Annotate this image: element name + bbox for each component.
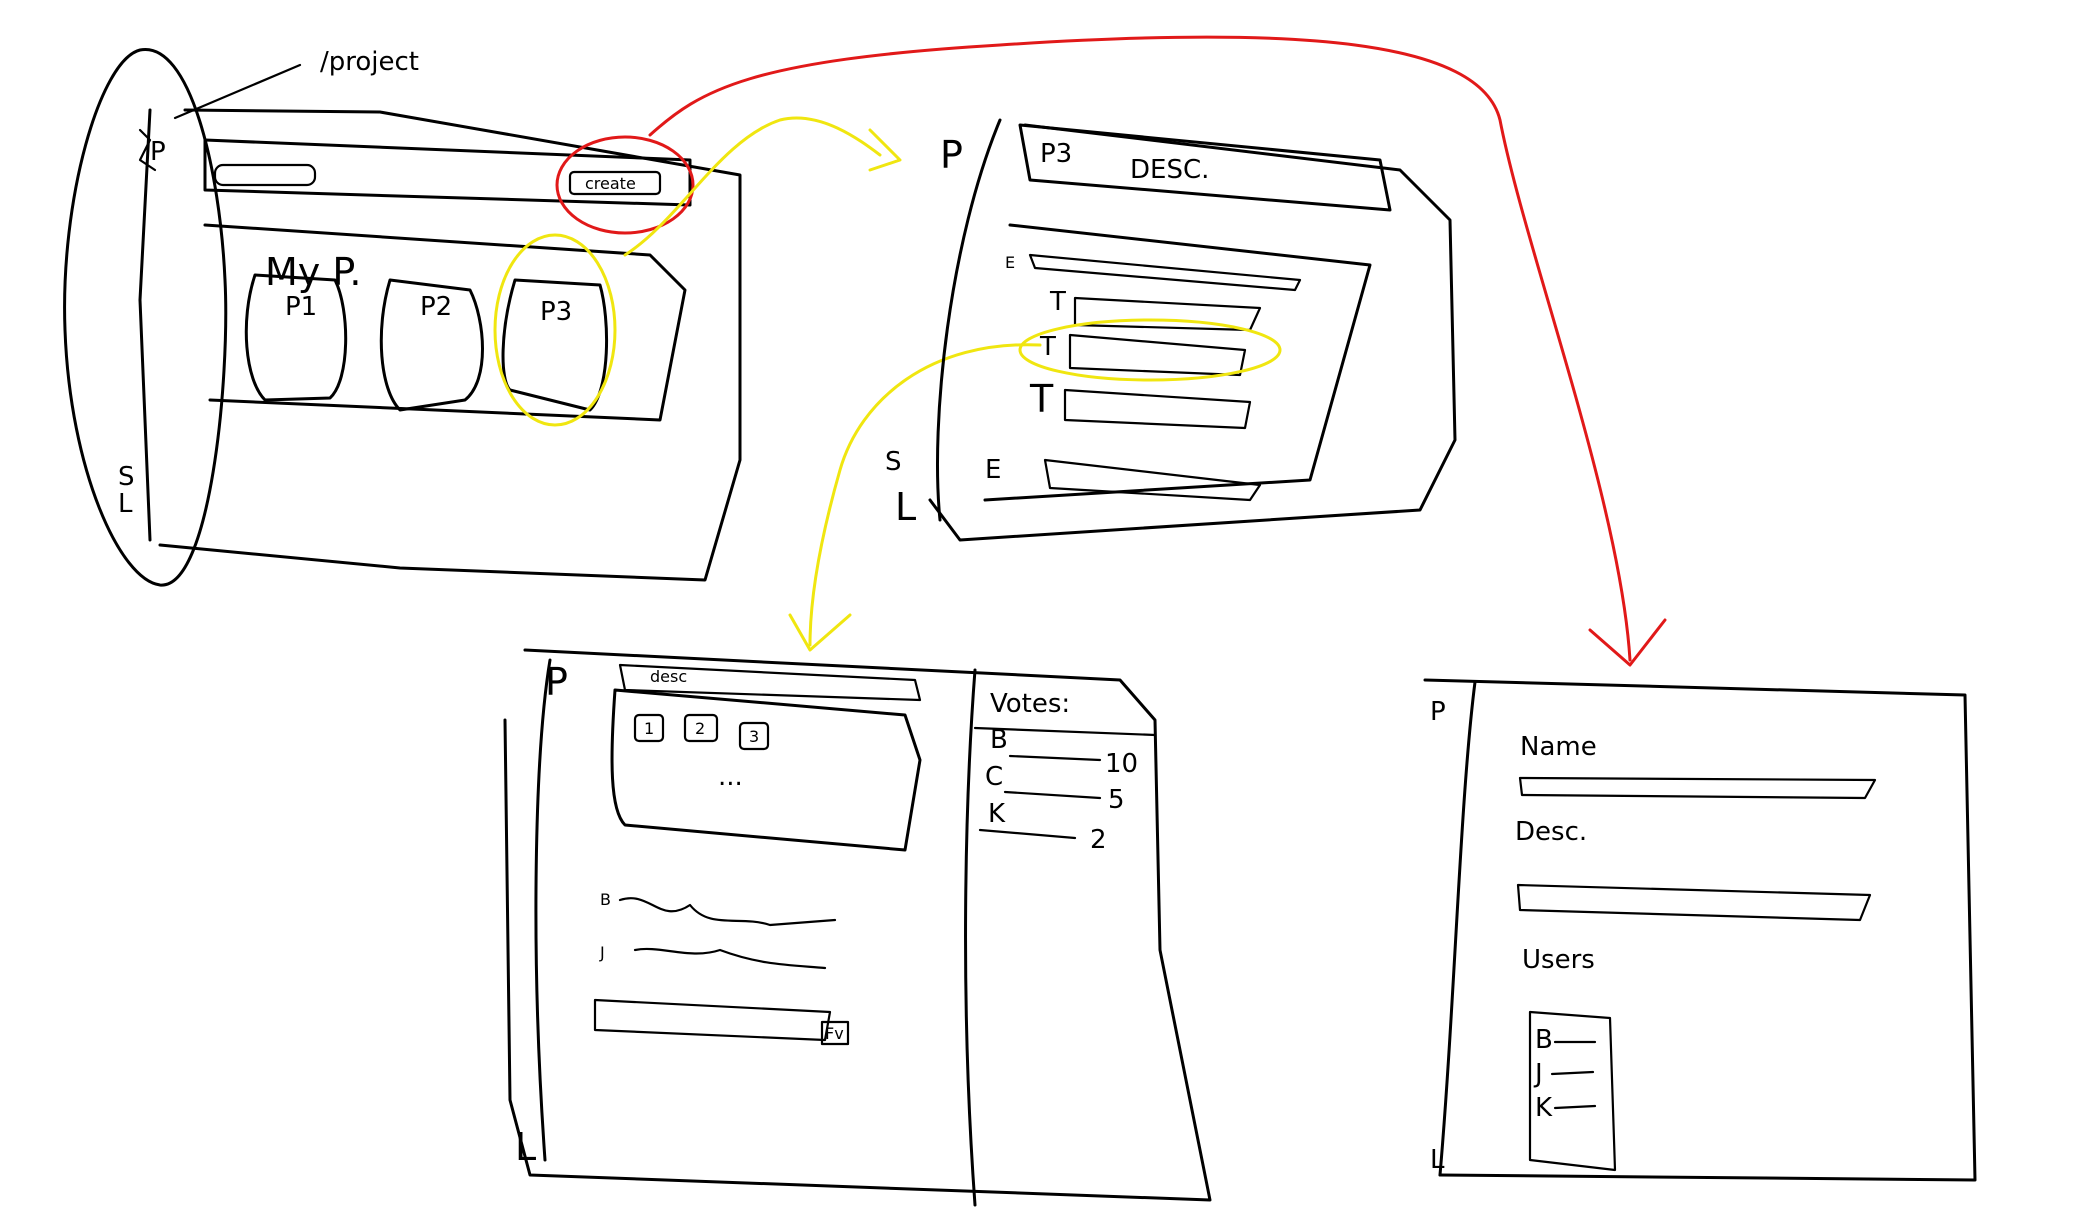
comment-author: B (600, 890, 611, 909)
sidebar-logout-label[interactable]: L (515, 1125, 536, 1169)
sidebar-settings-label[interactable]: S (118, 462, 135, 492)
search-input[interactable] (213, 163, 317, 187)
project-card-label: P1 (285, 292, 317, 322)
sidebar-logo[interactable]: P (1430, 697, 1446, 727)
vote-count: 5 (1108, 785, 1125, 815)
project-card-highlight (493, 233, 617, 427)
name-label: Name (1520, 732, 1597, 762)
vote-name: K (988, 799, 1006, 829)
header-description: DESC. (1130, 155, 1209, 185)
user-item-line (1553, 1104, 1597, 1110)
user-item-line (1550, 1070, 1595, 1076)
vote-bar (1003, 790, 1102, 800)
project-card-label: P3 (540, 297, 572, 327)
vote-count: 2 (1090, 825, 1107, 855)
tab-label: /project (320, 47, 419, 77)
users-label: Users (1522, 945, 1595, 975)
tab-label: 1 (644, 719, 654, 738)
users-list-items: B J K (1533, 1025, 1597, 1123)
votes-divider (964, 668, 977, 1207)
project-card-label: P2 (420, 292, 452, 322)
flow-arrow-create-to-form (648, 35, 1632, 662)
logo[interactable]: P (150, 137, 166, 167)
comment-text (633, 947, 827, 970)
flow-arrow-card-to-detail (623, 116, 882, 257)
task-tabs: 1 2 3 ... (633, 713, 770, 792)
header-project: P3 (1040, 139, 1072, 169)
sketch-create-project: P Name Desc. Users B J K L (1423, 678, 1977, 1182)
task-marker: T (1039, 332, 1056, 362)
task-list: E T T T E (985, 253, 1302, 502)
create-button-label: create (585, 174, 636, 193)
sidebar-logout-label[interactable]: L (1430, 1145, 1445, 1175)
send-button-label: Fv (825, 1024, 844, 1043)
window-frame (1423, 678, 1977, 1182)
flow-arrows (623, 35, 1667, 667)
vote-bar (1008, 754, 1102, 762)
user-item[interactable]: J (1533, 1059, 1543, 1089)
comment-text (618, 897, 837, 927)
sidebar-logout-label[interactable]: L (118, 489, 133, 519)
sketch-task-voting: P desc 1 2 3 ... B J Fv Votes: B 10 C 5 … (503, 648, 1212, 1207)
sidebar-highlight-oval (63, 48, 228, 587)
sketch-project-detail: P P3 DESC. E T T T E S L (885, 118, 1457, 542)
vote-bar (978, 828, 1077, 840)
epic-row[interactable] (1028, 253, 1302, 292)
tabs-ellipsis: ... (718, 762, 743, 792)
sidebar-divider (534, 658, 552, 1162)
vote-name: B (990, 725, 1008, 755)
epic-marker: E (985, 455, 1001, 485)
flow-arrowhead (788, 613, 852, 652)
user-item[interactable]: B (1535, 1025, 1553, 1055)
description-label: desc (650, 667, 687, 686)
task-row[interactable] (1068, 333, 1247, 377)
votes-title: Votes: (990, 689, 1070, 719)
sketch-project-list: /project P create My P. P1 P2 P3 S L (63, 47, 742, 587)
vote-count: 10 (1105, 749, 1138, 779)
name-input[interactable] (1518, 776, 1877, 800)
vote-name: C (985, 762, 1003, 792)
task-row[interactable] (1073, 296, 1262, 332)
sidebar-settings-label[interactable]: S (885, 447, 902, 477)
description-label: Desc. (1515, 817, 1587, 847)
task-marker: T (1049, 287, 1066, 317)
task-marker: T (1029, 377, 1054, 421)
sidebar-logout-label[interactable]: L (895, 485, 916, 529)
project-cards: P1 P2 P3 (244, 273, 609, 412)
sidebar-divider (138, 108, 152, 542)
epic-marker: E (1005, 253, 1015, 272)
tab-label: 2 (695, 719, 705, 738)
sidebar-divider (1438, 680, 1477, 1177)
section-title: My P. (265, 250, 361, 294)
votes-list: B 10 C 5 K 2 (978, 725, 1138, 855)
wireframe-sketch: /project P create My P. P1 P2 P3 S L P P… (63, 35, 1977, 1207)
content-box (983, 223, 1372, 502)
comment-input[interactable] (593, 998, 832, 1042)
user-item[interactable]: K (1535, 1093, 1553, 1123)
flow-arrow-task-to-voting (808, 343, 1042, 647)
comment-author: J (599, 943, 605, 962)
description-input[interactable] (1516, 883, 1872, 922)
task-row[interactable] (1063, 388, 1252, 430)
tab-label: 3 (749, 727, 759, 746)
sidebar-logo[interactable]: P (545, 660, 568, 704)
sidebar-logo[interactable]: P (940, 133, 963, 177)
